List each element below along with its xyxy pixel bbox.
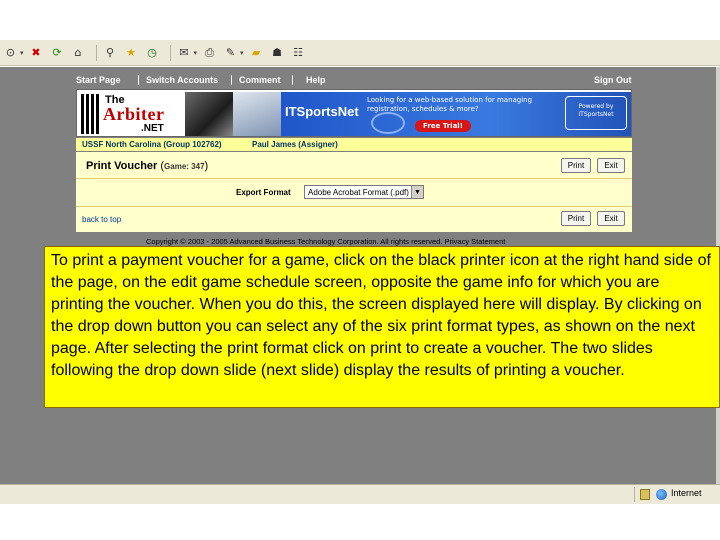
page-title-text: Print Voucher [86, 160, 158, 172]
game-number: Game: 347 [164, 162, 205, 171]
nav-divider [231, 75, 232, 85]
history-icon[interactable]: ◷ [144, 44, 161, 61]
itsportsnet-ad[interactable]: ITSportsNet Looking for a web-based solu… [281, 92, 631, 136]
logo-net: .NET [141, 123, 164, 134]
globe-icon [656, 489, 667, 500]
print-icon[interactable]: ⎙ [201, 44, 218, 61]
instruction-callout: To print a payment voucher for a game, c… [44, 246, 720, 408]
back-dropdown-arrow[interactable]: ▾ [20, 49, 24, 57]
security-zone: Internet [671, 488, 702, 498]
search-icon[interactable]: ⚲ [102, 44, 119, 61]
logo-arbiter: Arbiter [103, 104, 165, 124]
cyclist-graphic [371, 112, 405, 134]
mail-icon[interactable]: ✉ [176, 44, 193, 61]
back-icon[interactable]: ⊙ [2, 44, 19, 61]
export-format-value: Adobe Acrobat Format (.pdf) [308, 187, 409, 197]
banner-photo-referee [185, 92, 233, 136]
toolbar-separator [169, 44, 171, 61]
copyright-text: Copyright © 2003 - 2005 Advanced Busines… [146, 237, 506, 246]
status-divider [634, 487, 635, 502]
messenger-icon[interactable]: ☗ [269, 44, 286, 61]
refresh-icon[interactable]: ⟳ [49, 44, 66, 61]
arbiter-logo[interactable]: The Arbiter .NET [79, 92, 183, 136]
top-nav: Start Page Switch Accounts Comment Help … [76, 73, 632, 87]
edit-icon[interactable]: ✎ [222, 44, 239, 61]
free-trial-button[interactable]: Free Trial! [415, 120, 471, 132]
lock-icon [640, 489, 650, 500]
site-banner: The Arbiter .NET ITSportsNet Looking for… [76, 89, 632, 137]
edit-dropdown-arrow[interactable]: ▾ [240, 49, 244, 57]
export-format-select[interactable]: Adobe Acrobat Format (.pdf) ▼ [304, 185, 424, 199]
stop-icon[interactable]: ✖ [28, 44, 45, 61]
back-to-top-link[interactable]: back to top [82, 215, 121, 224]
itsportsnet-tagline: Looking for a web-based solution for man… [367, 96, 533, 113]
chevron-down-icon[interactable]: ▼ [411, 186, 423, 198]
research-icon[interactable]: ☷ [290, 44, 307, 61]
browser-toolbar: ⊙ ▾ ✖ ⟳ ⌂ ⚲ ★ ◷ ✉ ▾ ⎙ ✎ ▾ ▰ ☗ ☷ [0, 40, 720, 66]
banner-photo-collage [233, 92, 281, 136]
favorites-icon[interactable]: ★ [123, 44, 140, 61]
nav-sign-out[interactable]: Sign Out [594, 75, 632, 85]
toolbar-separator [95, 44, 97, 61]
exit-button-bottom[interactable]: Exit [597, 211, 625, 226]
group-user: Paul James (Assigner) [252, 140, 338, 149]
nav-start-page[interactable]: Start Page [76, 75, 121, 85]
print-button-bottom[interactable]: Print [561, 211, 591, 226]
status-bar: Internet [0, 484, 720, 504]
powered-by-badge: Powered by ITSportsNet [565, 96, 627, 130]
export-format-label: Export Format [236, 188, 291, 197]
nav-divider [292, 75, 293, 85]
game-info: (Game: 347) [160, 160, 209, 172]
group-bar: USSF North Carolina (Group 102762) Paul … [76, 138, 632, 151]
nav-divider [138, 75, 139, 85]
home-icon[interactable]: ⌂ [70, 44, 87, 61]
folder-icon[interactable]: ▰ [248, 44, 265, 61]
logo-bars [81, 94, 101, 134]
panel-divider [76, 206, 632, 207]
group-name: USSF North Carolina (Group 102762) [82, 140, 222, 149]
print-voucher-panel: Print Voucher (Game: 347) Print Exit Exp… [76, 152, 632, 232]
mail-dropdown-arrow[interactable]: ▾ [194, 49, 198, 57]
nav-comment[interactable]: Comment [239, 75, 281, 85]
page-title: Print Voucher (Game: 347) [86, 160, 208, 172]
print-button-top[interactable]: Print [561, 158, 591, 173]
panel-divider [76, 178, 632, 179]
nav-switch-accounts[interactable]: Switch Accounts [146, 75, 218, 85]
nav-help[interactable]: Help [306, 75, 326, 85]
exit-button-top[interactable]: Exit [597, 158, 625, 173]
itsportsnet-name: ITSportsNet [285, 104, 359, 119]
